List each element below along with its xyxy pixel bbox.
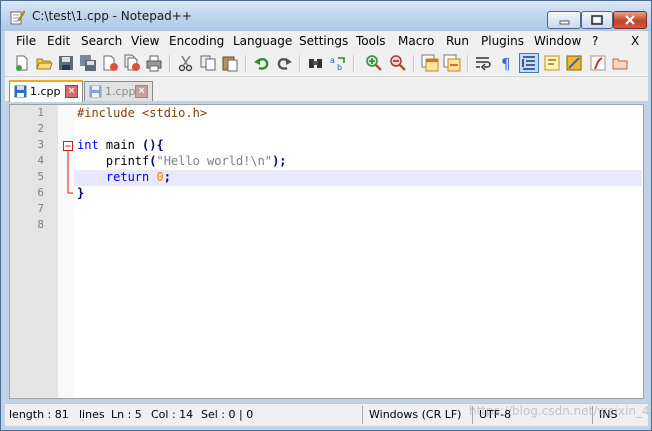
- line-number: 8: [37, 218, 44, 231]
- maximize-icon: [591, 15, 603, 25]
- notepad-app-icon: [10, 10, 25, 25]
- minimize-icon: [559, 20, 570, 25]
- svg-text:¶: ¶: [501, 55, 511, 72]
- tab-1cpp-inactive[interactable]: 1.cpp ×: [84, 81, 153, 101]
- menu-language[interactable]: Language: [233, 34, 292, 48]
- user-defined-language-icon[interactable]: [543, 54, 561, 72]
- toolbar-separator: [467, 55, 469, 72]
- menu-plugins[interactable]: Plugins: [481, 34, 524, 48]
- toolbar: ab ¶: [5, 51, 648, 77]
- menu-view[interactable]: View: [131, 34, 159, 48]
- status-selection: Sel : 0 | 0: [201, 408, 254, 421]
- toolbar-separator: [245, 55, 247, 72]
- copy-icon[interactable]: [199, 54, 217, 72]
- close-window-button[interactable]: [613, 11, 647, 29]
- save-icon[interactable]: [57, 54, 75, 72]
- menu-search[interactable]: Search: [81, 34, 122, 48]
- saved-file-icon: [89, 85, 102, 98]
- paste-icon[interactable]: [221, 54, 239, 72]
- toolbar-separator: [353, 55, 355, 72]
- tab-label: 1.cpp: [30, 85, 61, 98]
- tab-label: 1.cpp: [105, 85, 136, 98]
- new-file-icon[interactable]: [13, 54, 31, 72]
- menu-run[interactable]: Run: [446, 34, 469, 48]
- show-all-characters-icon[interactable]: ¶: [497, 54, 515, 72]
- menu-bar: File Edit Search View Encoding Language …: [5, 31, 648, 51]
- folder-workspace-icon[interactable]: [611, 54, 629, 72]
- minimize-button[interactable]: [547, 11, 581, 29]
- menu-file[interactable]: File: [16, 34, 36, 48]
- line-number: 1: [37, 106, 44, 119]
- replace-icon[interactable]: ab: [329, 54, 347, 72]
- code-line-5: return 0;: [105, 170, 171, 184]
- tab-1cpp-active[interactable]: 1.cpp ×: [9, 80, 83, 102]
- toolbar-separator: [169, 55, 171, 72]
- maximize-button[interactable]: [581, 11, 613, 29]
- line-number: 6: [37, 186, 44, 199]
- word-wrap-icon[interactable]: [475, 54, 493, 72]
- toolbar-separator: [413, 55, 415, 72]
- status-length: length : 81: [9, 408, 69, 421]
- code-editor[interactable]: 1 2 3 4 5 6 7 8 #include <stdio.h> int m…: [9, 104, 644, 399]
- undo-icon[interactable]: [253, 54, 271, 72]
- zoom-out-icon[interactable]: [389, 54, 407, 72]
- fold-tree: [63, 141, 73, 194]
- svg-text:b: b: [337, 63, 342, 72]
- close-file-icon[interactable]: [101, 54, 119, 72]
- title-bar[interactable]: C:\test\1.cpp - Notepad++: [1, 1, 651, 31]
- sync-horizontal-icon[interactable]: [443, 54, 461, 72]
- status-separator: [362, 406, 363, 424]
- line-number: 2: [37, 122, 44, 135]
- window-title: C:\test\1.cpp - Notepad++: [32, 9, 192, 23]
- close-document-button[interactable]: X: [631, 34, 639, 48]
- open-file-icon[interactable]: [35, 54, 53, 72]
- find-icon[interactable]: [307, 54, 325, 72]
- status-lines: lines: [79, 408, 105, 421]
- close-icon: [625, 15, 635, 25]
- cut-icon[interactable]: [177, 54, 195, 72]
- sync-vertical-icon[interactable]: [421, 54, 439, 72]
- save-all-icon[interactable]: [79, 54, 97, 72]
- zoom-in-icon[interactable]: [365, 54, 383, 72]
- menu-help[interactable]: ?: [592, 34, 598, 48]
- line-number: 7: [37, 202, 44, 215]
- line-number: 5: [37, 170, 44, 183]
- print-icon[interactable]: [145, 54, 163, 72]
- toolbar-separator: [299, 55, 301, 72]
- notepad-window: C:\test\1.cpp - Notepad++ File Edit Sear…: [0, 0, 652, 431]
- menu-window[interactable]: Window: [534, 34, 581, 48]
- status-line-position: Ln : 5: [111, 408, 142, 421]
- watermark-text: https://blog.csdn.net/weixin_43939492: [469, 404, 652, 418]
- svg-text:a: a: [330, 56, 335, 65]
- menu-tools[interactable]: Tools: [356, 34, 386, 48]
- menu-edit[interactable]: Edit: [47, 34, 70, 48]
- menu-macro[interactable]: Macro: [398, 34, 434, 48]
- code-line-3: int main (){: [77, 138, 164, 152]
- code-line-4: printf("Hello world!\n");: [77, 154, 287, 168]
- tab-close-icon[interactable]: ×: [65, 85, 78, 98]
- menu-settings[interactable]: Settings: [299, 34, 348, 48]
- status-eol-format[interactable]: Windows (CR LF): [369, 408, 461, 421]
- tab-close-icon[interactable]: ×: [135, 85, 148, 98]
- code-line-1: #include <stdio.h>: [77, 106, 208, 120]
- indent-guide-icon[interactable]: [519, 53, 539, 73]
- redo-icon[interactable]: [275, 54, 293, 72]
- status-column: Col : 14: [151, 408, 194, 421]
- line-number: 3: [37, 138, 44, 151]
- code-line-6: }: [77, 186, 85, 200]
- document-map-icon[interactable]: [565, 54, 583, 72]
- line-number: 4: [37, 154, 44, 167]
- tab-bar: 1.cpp × 1.cpp ×: [5, 77, 648, 102]
- saved-file-icon: [14, 85, 27, 98]
- menu-encoding[interactable]: Encoding: [169, 34, 224, 48]
- function-list-icon[interactable]: [589, 54, 607, 72]
- close-all-icon[interactable]: [123, 54, 141, 72]
